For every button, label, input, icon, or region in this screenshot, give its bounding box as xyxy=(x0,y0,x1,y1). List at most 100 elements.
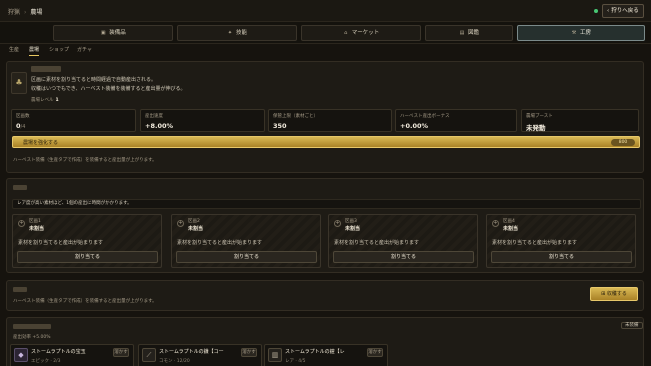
skill-icon: ✦ xyxy=(227,30,233,36)
plus-icon: + xyxy=(492,220,499,227)
farm-description-line1: 区画に素材を割り当てると時間経過で自動産出される。 xyxy=(31,77,157,83)
plot-name: 区画3 xyxy=(345,219,357,224)
tab-farm[interactable]: 農場 xyxy=(29,46,40,56)
plot-message: 素材を割り当てると産出が始まります xyxy=(177,240,263,246)
back-to-hunt-button[interactable]: ‹ 狩りへ戻る xyxy=(602,4,644,18)
plots-panel: レア度が高い素材ほど、1個の産出に時間がかかります。 + 区画1 未割当 素材を… xyxy=(6,178,644,273)
nav-label: 装備品 xyxy=(109,30,126,36)
nav-encyclopedia[interactable]: ▤ 図鑑 xyxy=(425,25,513,41)
collect-button[interactable]: ⊞ 収穫する xyxy=(590,287,638,301)
sickle-icon: ⟋ xyxy=(142,348,156,362)
stat-label: 保管上限（素材ごと） xyxy=(273,114,318,119)
harvest-equipment-panel: 産出効率 +5.00% 未装備 ◆ ストームラプトルの宝玉 エピック · 2/3… xyxy=(6,317,644,366)
equipment-name: ストームラプトルの鎧【レ xyxy=(285,349,345,355)
back-to-hunt-label: 狩りへ戻る xyxy=(611,8,639,14)
rarity-warning: レア度が高い素材ほど、1個の産出に時間がかかります。 xyxy=(12,199,641,209)
equipment-card[interactable]: ▥ ストームラプトルの鎧【レ レア · 4/5 溶かす xyxy=(264,344,388,366)
farm-level-value: 1 xyxy=(55,98,59,103)
equipment-rarity: コモン · 12/20 xyxy=(159,359,190,364)
equipment-section-title xyxy=(13,324,51,329)
breadcrumb-separator: › xyxy=(24,9,27,16)
assign-button[interactable]: 割り当てる xyxy=(176,251,317,263)
plot-card: + 区画2 未割当 素材を割り当てると産出が始まります 割り当てる xyxy=(171,214,321,268)
armor-icon: ▣ xyxy=(100,30,106,36)
stat-value: 0/4 xyxy=(16,122,25,130)
farm-sprout-icon: ♣ xyxy=(11,72,27,94)
plot-state: 未割当 xyxy=(345,226,361,232)
stat-farm-boost: 農場ブースト 未発動 xyxy=(521,109,639,132)
stat-value-suffix: /4 xyxy=(20,124,26,130)
nav-workshop[interactable]: ⚒ 工房 xyxy=(517,25,645,41)
plot-state: 未割当 xyxy=(188,226,204,232)
online-status-dot xyxy=(594,9,598,13)
plot-name: 区画1 xyxy=(29,219,41,224)
plot-card: + 区画1 未割当 素材を割り当てると産出が始まります 割り当てる xyxy=(12,214,162,268)
breadcrumb-parent[interactable]: 狩猟 xyxy=(8,9,20,16)
harvest-section-title xyxy=(13,287,27,292)
harvest-note: ハーベスト装備（生産タブで作成）を装備すると産出量が上がります。 xyxy=(13,299,157,304)
nav-market[interactable]: ⌂ マーケット xyxy=(301,25,421,41)
farm-note: ハーベスト装備（生産タブで作成）を装備すると産出量が上がります。 xyxy=(13,158,157,163)
book-icon: ▤ xyxy=(459,30,465,36)
stat-label: ハーベスト産出ボーナス xyxy=(400,114,450,119)
farm-level: 農場レベル 1 xyxy=(31,97,59,103)
sub-tabs: 生産 農場 ショップ ガチャ xyxy=(0,44,651,58)
stat-value: +8.00% xyxy=(145,122,173,130)
plot-message: 素材を割り当てると産出が始まります xyxy=(18,240,104,246)
nav-label: マーケット xyxy=(351,30,380,36)
nav-label: 工房 xyxy=(579,30,591,36)
melt-button[interactable]: 溶かす xyxy=(113,348,129,357)
stat-value: 350 xyxy=(273,122,287,130)
assign-button[interactable]: 割り当てる xyxy=(17,251,158,263)
upgrade-farm-label: 農場を強化する xyxy=(23,140,59,146)
plot-name: 区画4 xyxy=(503,219,515,224)
equipment-rarity: レア · 4/5 xyxy=(285,359,306,364)
tab-gacha[interactable]: ガチャ xyxy=(77,46,92,55)
plus-icon: + xyxy=(18,220,25,227)
tab-shop[interactable]: ショップ xyxy=(49,46,69,55)
stat-value: 未発動 xyxy=(526,124,546,132)
assign-button[interactable]: 割り当てる xyxy=(333,251,474,263)
equipment-rarity: エピック · 2/3 xyxy=(31,359,61,364)
farm-title-placeholder xyxy=(31,66,61,72)
stat-harvest-bonus: ハーベスト産出ボーナス +0.00% xyxy=(395,109,517,132)
harvest-panel: ハーベスト装備（生産タブで作成）を装備すると産出量が上がります。 ⊞ 収穫する xyxy=(6,280,644,311)
equipment-name: ストームラプトルの鎌【コー xyxy=(159,349,224,355)
plus-icon: + xyxy=(334,220,341,227)
plot-state: 未割当 xyxy=(503,226,519,232)
stat-label: 区画数 xyxy=(16,114,30,119)
farm-level-label: 農場レベル xyxy=(31,98,54,103)
equipment-card[interactable]: ⟋ ストームラプトルの鎌【コー コモン · 12/20 溶かす xyxy=(138,344,262,366)
upgrade-farm-button[interactable]: 農場を強化する 800 xyxy=(12,136,640,148)
collect-label: 収穫する xyxy=(606,291,627,297)
plus-icon: + xyxy=(177,220,184,227)
plot-message: 素材を割り当てると産出が始まります xyxy=(492,240,578,246)
melt-button[interactable]: 溶かす xyxy=(367,348,383,357)
plot-card: + 区画4 未割当 素材を割り当てると産出が始まります 割り当てる xyxy=(486,214,636,268)
chevron-left-icon: ‹ xyxy=(607,8,610,14)
farm-info-panel: ♣ 区画に素材を割り当てると時間経過で自動産出される。 収穫はいつでもでき、ハー… xyxy=(6,61,644,173)
stat-plots: 区画数 0/4 xyxy=(11,109,136,132)
breadcrumb-current: 農場 xyxy=(30,9,43,16)
nav-equipment[interactable]: ▣ 装備品 xyxy=(53,25,173,41)
gem-icon: ◆ xyxy=(14,348,28,362)
equipment-bonus: 産出効率 +5.00% xyxy=(13,335,51,340)
equipment-name: ストームラプトルの宝玉 xyxy=(31,349,86,355)
tab-production[interactable]: 生産 xyxy=(9,46,19,55)
melt-button[interactable]: 溶かす xyxy=(241,348,257,357)
nav-skills[interactable]: ✦ 技能 xyxy=(177,25,297,41)
equipment-card[interactable]: ◆ ストームラプトルの宝玉 エピック · 2/3 溶かす xyxy=(10,344,134,366)
stat-value: +0.00% xyxy=(400,122,428,130)
stat-output-speed: 産出速度 +8.00% xyxy=(140,109,265,132)
plots-section-title xyxy=(13,185,27,190)
stat-label: 産出速度 xyxy=(145,114,163,119)
breadcrumb: 狩猟 › 農場 xyxy=(8,7,42,16)
plot-message: 素材を割り当てると産出が始まります xyxy=(334,240,420,246)
main-nav: ▣ 装備品 ✦ 技能 ⌂ マーケット ▤ 図鑑 ⚒ 工房 xyxy=(0,22,651,44)
plot-state: 未割当 xyxy=(29,226,45,232)
farm-description-line2: 収穫はいつでもでき、ハーベスト装備を装備すると産出量が伸びる。 xyxy=(31,86,186,92)
armor-icon: ▥ xyxy=(268,348,282,362)
plot-card: + 区画3 未割当 素材を割り当てると産出が始まります 割り当てる xyxy=(328,214,478,268)
equip-status-badge: 未装備 xyxy=(621,322,643,329)
assign-button[interactable]: 割り当てる xyxy=(491,251,632,263)
